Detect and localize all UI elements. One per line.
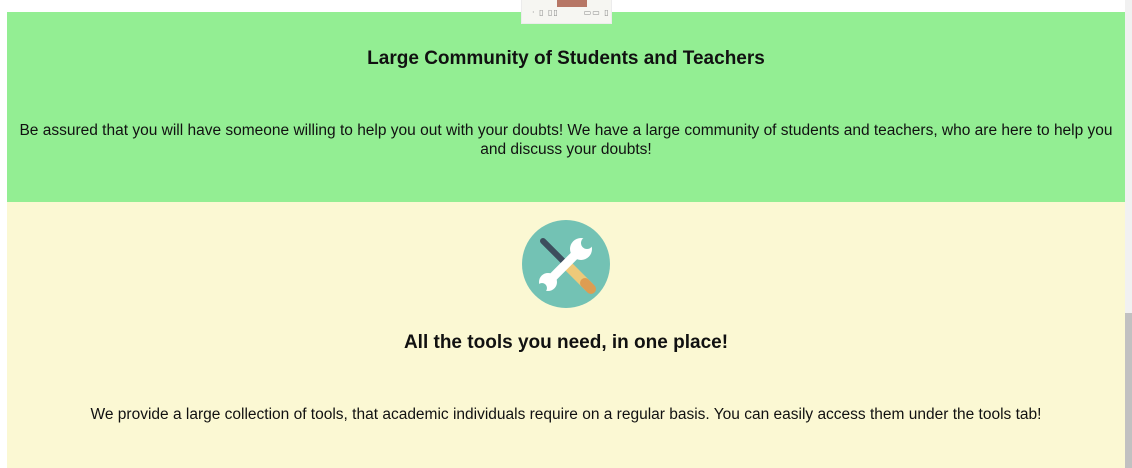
vertical-scrollbar[interactable]	[1125, 0, 1132, 468]
community-heading: Large Community of Students and Teachers	[367, 48, 765, 69]
scrollbar-thumb[interactable]	[1125, 313, 1132, 468]
tools-description: We provide a large collection of tools, …	[90, 406, 1042, 423]
partial-image: · ▯ ▯▯ ▭▭ ▯	[522, 0, 611, 23]
tools-heading: All the tools you need, in one place!	[403, 332, 729, 353]
tools-icon	[522, 220, 610, 308]
page: Large Community of Students and Teachers…	[0, 0, 1132, 468]
partial-image-bar	[557, 0, 587, 7]
community-section: Large Community of Students and Teachers…	[7, 12, 1125, 202]
community-description: Be assured that you will have someone wi…	[19, 122, 1113, 158]
partial-image-detail: · ▯ ▯▯ ▭▭ ▯	[532, 8, 610, 17]
content-area: Large Community of Students and Teachers…	[7, 0, 1125, 468]
tools-section: All the tools you need, in one place! We…	[7, 202, 1125, 468]
